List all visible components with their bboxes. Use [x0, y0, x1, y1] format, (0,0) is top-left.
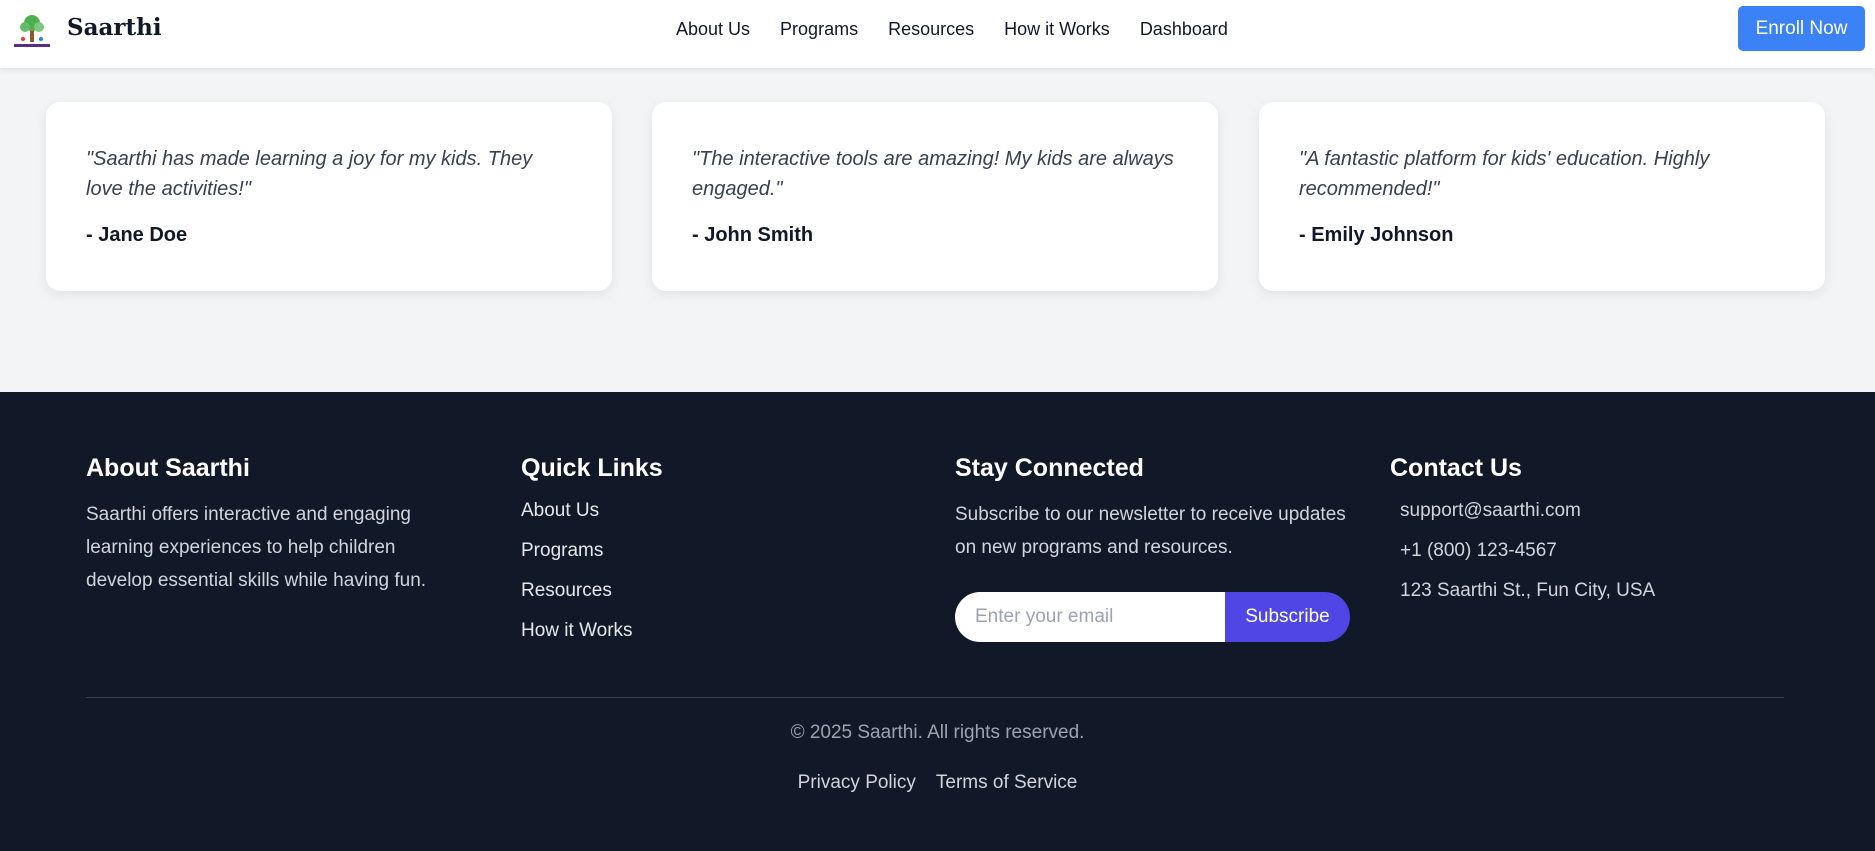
brand-name[interactable]: Saarthi [67, 14, 162, 41]
footer-link-programs[interactable]: Programs [521, 538, 821, 578]
footer-about: About Saarthi Saarthi offers interactive… [86, 454, 456, 597]
copyright-text: © 2025 Saarthi. All rights reserved. [790, 722, 1085, 743]
site-header: Saarthi About Us Programs Resources How … [0, 0, 1875, 68]
footer-contact: Contact Us support@saarthi.com +1 (800) … [1390, 454, 1790, 618]
newsletter-form: Subscribe [955, 592, 1350, 642]
footer-link-how-it-works[interactable]: How it Works [521, 618, 821, 658]
testimonial-quote: "Saarthi has made learning a joy for my … [86, 148, 533, 200]
footer-about-text: Saarthi offers interactive and engaging … [86, 504, 427, 591]
testimonial-card: "The interactive tools are amazing! My k… [652, 102, 1218, 291]
contact-email[interactable]: support@saarthi.com [1390, 498, 1790, 538]
nav-about-us[interactable]: About Us [676, 19, 750, 40]
testimonial-card: "Saarthi has made learning a joy for my … [46, 102, 612, 291]
nav-how-it-works[interactable]: How it Works [1004, 19, 1110, 40]
nav-resources[interactable]: Resources [888, 19, 974, 40]
testimonial-author: - Jane Doe [86, 224, 188, 246]
enroll-now-button[interactable]: Enroll Now [1738, 6, 1865, 51]
site-footer: About Saarthi Saarthi offers interactive… [0, 392, 1875, 851]
contact-phone[interactable]: +1 (800) 123-4567 [1390, 538, 1790, 578]
footer-stay-connected: Stay Connected Subscribe to our newslett… [955, 454, 1355, 564]
nav-programs[interactable]: Programs [780, 19, 858, 40]
nav-dashboard[interactable]: Dashboard [1140, 19, 1228, 40]
legal-links: Privacy Policy Terms of Service [0, 772, 1875, 794]
footer-contact-title: Contact Us [1390, 454, 1522, 482]
contact-address: 123 Saarthi St., Fun City, USA [1400, 580, 1656, 601]
logo-icon[interactable] [12, 12, 52, 52]
testimonial-author: - John Smith [692, 224, 814, 246]
footer-about-title: About Saarthi [86, 454, 250, 482]
footer-newsletter-text: Subscribe to our newsletter to receive u… [955, 504, 1346, 558]
privacy-policy-link[interactable]: Privacy Policy [798, 772, 916, 794]
subscribe-button[interactable]: Subscribe [1225, 592, 1350, 642]
footer-stay-connected-title: Stay Connected [955, 454, 1144, 482]
newsletter-email-input[interactable] [955, 592, 1225, 642]
testimonial-quote: "The interactive tools are amazing! My k… [692, 148, 1174, 200]
terms-of-service-link[interactable]: Terms of Service [936, 772, 1077, 794]
footer-link-about-us[interactable]: About Us [521, 498, 821, 538]
footer-quick-links: Quick Links About Us Programs Resources … [521, 454, 821, 658]
testimonial-card: "A fantastic platform for kids' educatio… [1259, 102, 1825, 291]
footer-quick-links-title: Quick Links [521, 454, 663, 482]
testimonial-author: - Emily Johnson [1299, 224, 1454, 246]
footer-divider [86, 697, 1784, 698]
main-nav: About Us Programs Resources How it Works… [676, 19, 1228, 40]
footer-link-resources[interactable]: Resources [521, 578, 821, 618]
testimonial-quote: "A fantastic platform for kids' educatio… [1299, 148, 1710, 200]
